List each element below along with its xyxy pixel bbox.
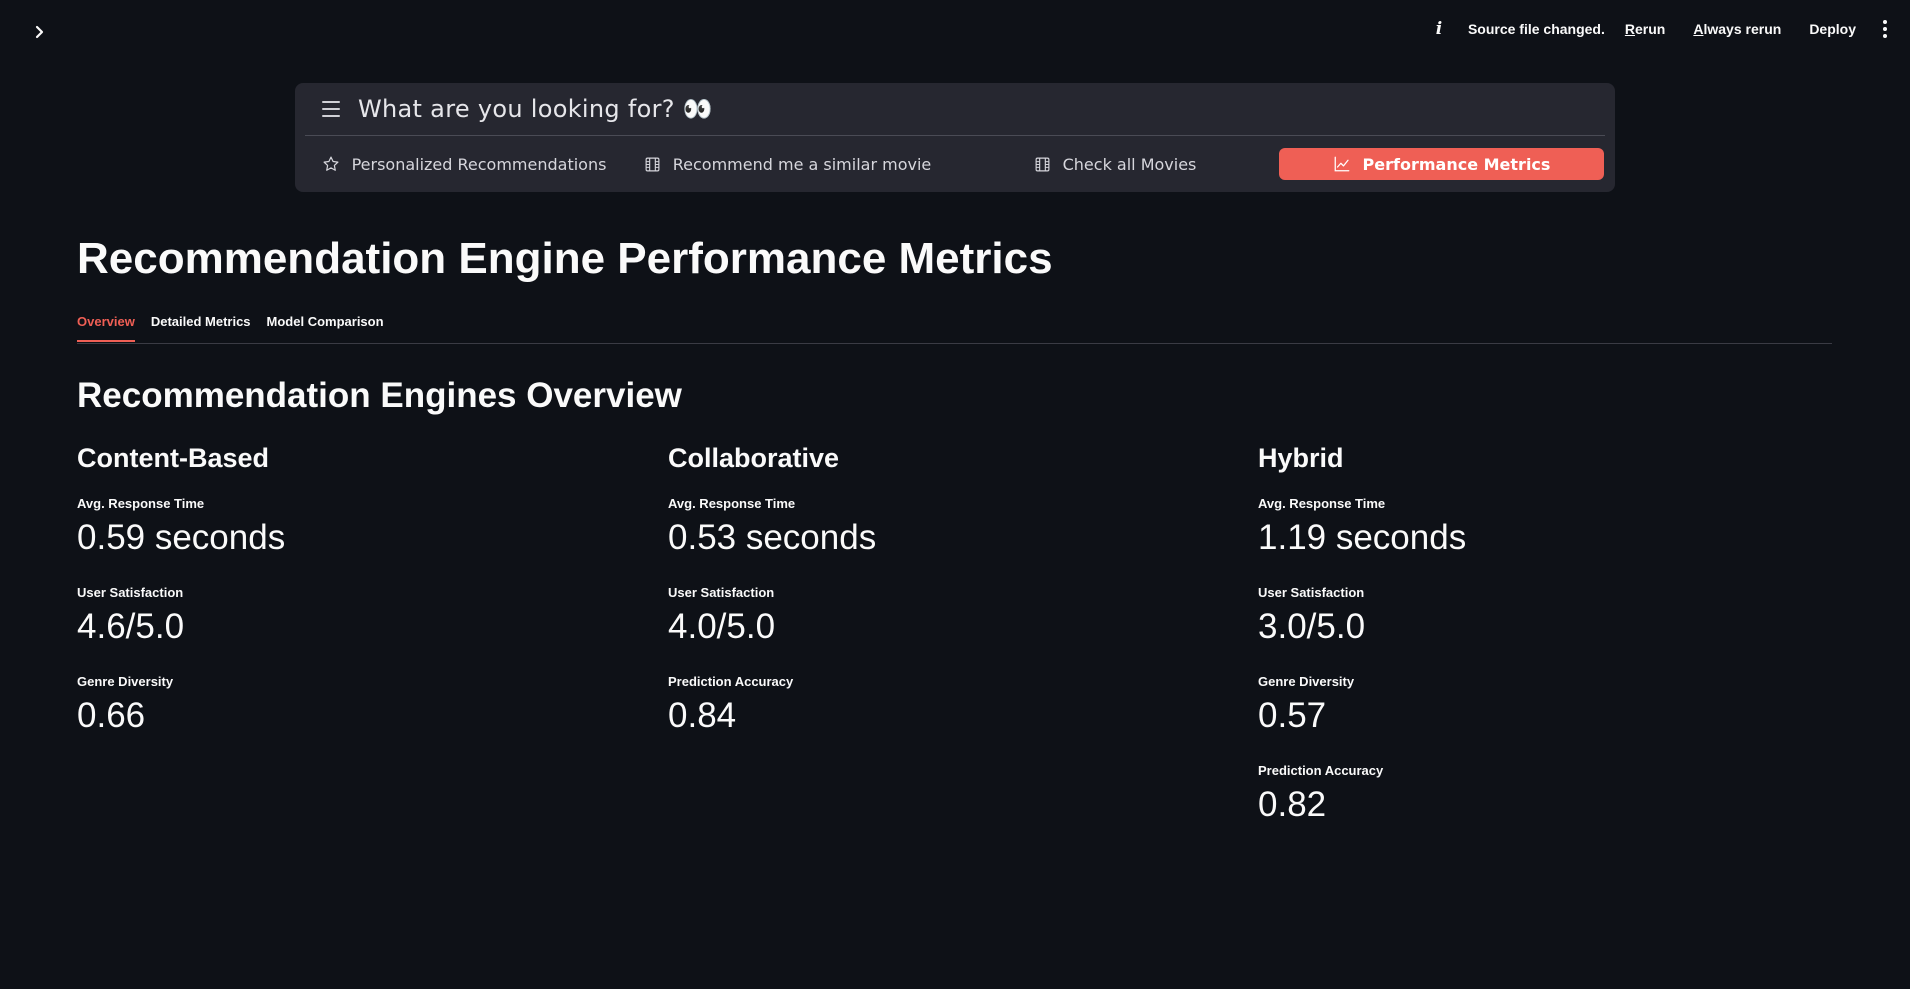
page-title: Recommendation Engine Performance Metric… [77,234,1053,283]
metric-label: User Satisfaction [668,585,775,600]
metric-value: 0.82 [1258,785,1327,824]
metric-card: Avg. Response Time 0.53 seconds [668,496,1228,585]
metric-label: Prediction Accuracy [668,674,794,689]
metric-card: User Satisfaction 4.6/5.0 [77,585,637,674]
nav-item-label: Recommend me a similar movie [672,154,932,174]
tab-model-comparison[interactable]: Model Comparison [267,314,384,341]
metric-card: Genre Diversity 0.66 [77,674,637,763]
metric-label: Genre Diversity [77,674,174,689]
always-rerun-button[interactable]: Always rerun [1693,21,1781,37]
metric-card: Prediction Accuracy 0.84 [668,674,1228,763]
star-icon [323,156,339,171]
metric-value: 0.53 seconds [668,518,877,557]
metric-value: 1.19 seconds [1258,518,1467,557]
section-title: Recommendation Engines Overview [77,376,682,415]
option-menu: What are you looking for? 👀 Personalized… [295,83,1615,192]
chevron-right-icon [35,25,44,39]
engine-title: Content-Based [77,443,270,473]
metric-value: 3.0/5.0 [1258,607,1366,646]
metric-card: Avg. Response Time 0.59 seconds [77,496,637,585]
always-rerun-label-rest: lways rerun [1703,21,1782,37]
metric-card: Prediction Accuracy 0.82 [1258,763,1818,852]
metric-value: 4.6/5.0 [77,607,185,646]
metric-value: 0.59 seconds [77,518,286,557]
film-icon [645,157,660,171]
main-menu-icon[interactable] [1882,20,1888,38]
metric-card: Avg. Response Time 1.19 seconds [1258,496,1818,585]
tab-bar: Overview Detailed Metrics Model Comparis… [77,314,384,342]
rerun-button[interactable]: Rerun [1625,21,1665,37]
metric-card: Genre Diversity 0.57 [1258,674,1818,763]
engine-title: Hybrid [1258,443,1344,473]
hamburger-menu-icon[interactable] [322,101,340,117]
nav-item-label: Performance Metrics [1362,154,1551,174]
nav-item-personalized-recommendations[interactable]: Personalized Recommendations [313,148,615,180]
source-changed-status: Source file changed. [1467,21,1605,37]
metric-label: Genre Diversity [1258,674,1355,689]
chart-line-icon [1334,156,1349,172]
always-rerun-hotkey-letter: A [1693,21,1704,37]
metric-label: Avg. Response Time [668,496,796,511]
nav-item-check-all-movies[interactable]: Check all Movies [960,148,1270,180]
deploy-button[interactable]: Deploy [1809,21,1856,37]
nav-item-similar-movie[interactable]: Recommend me a similar movie [630,148,945,180]
tab-detailed-metrics[interactable]: Detailed Metrics [151,314,251,341]
metric-value: 0.57 [1258,696,1327,735]
tab-divider [77,343,1832,344]
film-icon [1035,157,1050,171]
metric-card: User Satisfaction 4.0/5.0 [668,585,1228,674]
nav-item-label: Check all Movies [1062,154,1197,174]
menu-title: What are you looking for? 👀 [358,95,713,123]
rerun-label-rest: erun [1635,21,1666,37]
metric-label: Avg. Response Time [1258,496,1386,511]
engine-column-hybrid: Hybrid Avg. Response Time 1.19 seconds U… [1258,443,1818,852]
info-icon: i [1435,19,1443,39]
nav-item-label: Personalized Recommendations [351,154,607,174]
metric-label: Avg. Response Time [77,496,205,511]
metric-card: User Satisfaction 3.0/5.0 [1258,585,1818,674]
app-toolbar: i Source file changed. Rerun Always reru… [1430,18,1888,40]
nav-item-performance-metrics[interactable]: Performance Metrics [1279,148,1604,180]
engine-column-collaborative: Collaborative Avg. Response Time 0.53 se… [668,443,1228,763]
engine-column-content-based: Content-Based Avg. Response Time 0.59 se… [77,443,637,763]
rerun-hotkey-letter: R [1624,21,1636,37]
metric-value: 4.0/5.0 [668,607,776,646]
engine-title: Collaborative [668,443,840,473]
metric-value: 0.84 [668,696,737,735]
metric-label: User Satisfaction [77,585,184,600]
menu-header: What are you looking for? 👀 [295,83,1615,135]
metric-label: Prediction Accuracy [1258,763,1384,778]
tab-overview[interactable]: Overview [77,314,135,342]
metric-label: User Satisfaction [1258,585,1365,600]
sidebar-expand-button[interactable] [28,20,52,44]
menu-divider [305,135,1605,136]
metric-value: 0.66 [77,696,146,735]
